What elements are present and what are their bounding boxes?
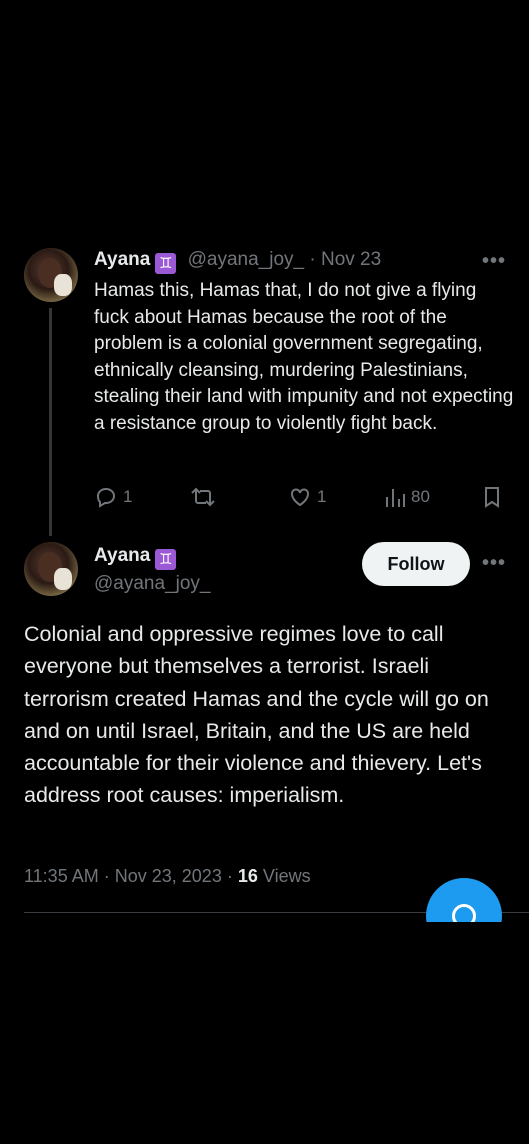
compose-message-icon	[452, 904, 476, 922]
thread-line	[49, 308, 52, 536]
follow-button[interactable]: Follow	[362, 542, 470, 586]
tweet1-separator: ·	[309, 249, 316, 270]
meta-separator: ·	[103, 866, 110, 886]
tweet2-text: Colonial and oppressive regimes love to …	[24, 622, 489, 808]
compose-message-button[interactable]	[426, 878, 502, 922]
tweet2-meta: 11:35 AM · Nov 23, 2023 · 16 Views	[24, 866, 311, 887]
gemini-badge-icon: ♊	[155, 549, 177, 570]
bookmark-button[interactable]	[482, 485, 502, 509]
retweet-icon	[191, 487, 215, 507]
views-button[interactable]: 80	[384, 485, 430, 509]
tweet1-text: Hamas this, Hamas that, I do not give a …	[94, 280, 514, 434]
views-count: 80	[411, 487, 430, 506]
tweet2-views-label: Views	[262, 866, 311, 886]
tweet2-time[interactable]: 11:35 AM	[24, 866, 99, 886]
gemini-badge-icon: ♊	[155, 253, 177, 274]
avatar-hand	[54, 568, 72, 590]
like-count: 1	[317, 487, 327, 506]
meta-separator: ·	[226, 866, 233, 886]
reply-count: 1	[123, 487, 133, 506]
tweet1-author-handle[interactable]: @ayana_joy_	[188, 249, 304, 270]
like-button[interactable]: 1	[288, 485, 326, 509]
tweet1-date[interactable]: Nov 23	[321, 249, 381, 270]
tweet1-action-bar: 1 1 80	[94, 485, 514, 511]
reply-button[interactable]: 1	[94, 485, 132, 509]
tweet2-views-count: 16	[237, 866, 258, 886]
retweet-button[interactable]	[190, 485, 221, 509]
like-icon	[291, 488, 309, 507]
tweet1-header: Ayana ♊ @ayana_joy_ · Nov 23	[94, 249, 381, 274]
tweet2-date[interactable]: Nov 23, 2023	[115, 866, 222, 886]
tweet1-author-name[interactable]: Ayana	[94, 249, 150, 270]
bookmark-icon	[485, 487, 499, 508]
avatar-hand	[54, 274, 72, 296]
tweet1-more-icon[interactable]: •••	[482, 250, 506, 273]
avatar[interactable]	[24, 542, 78, 596]
tweet2-author: Ayana ♊	[94, 545, 177, 570]
views-icon	[386, 489, 405, 507]
tweet2-author-handle[interactable]: @ayana_joy_	[94, 573, 210, 595]
avatar[interactable]	[24, 248, 78, 302]
reply-icon	[96, 487, 116, 508]
tweet2-more-icon[interactable]: •••	[482, 552, 506, 575]
tweet2-author-name[interactable]: Ayana	[94, 545, 150, 566]
